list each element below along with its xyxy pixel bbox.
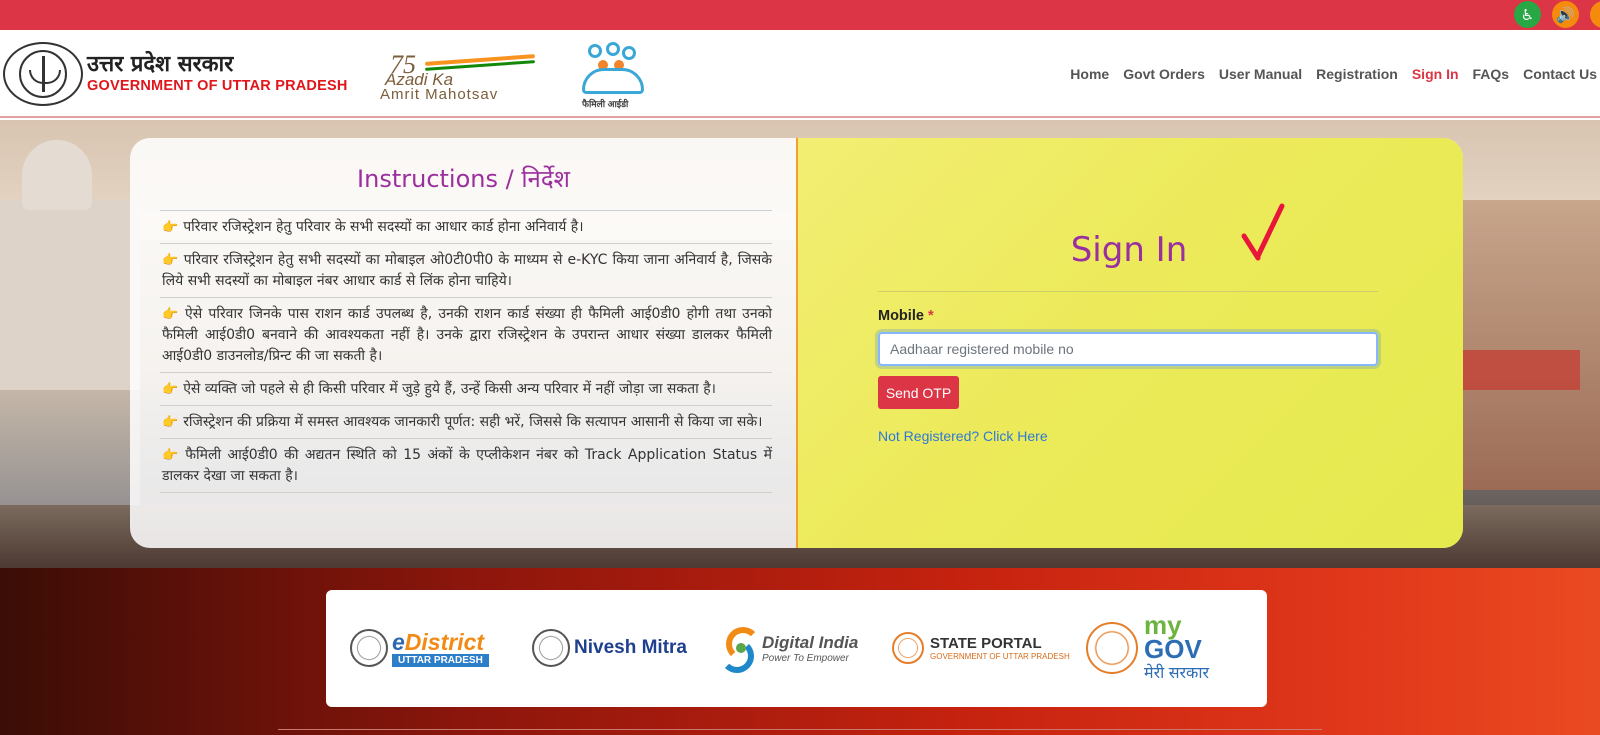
instruction-item: 👉 परिवार रजिस्ट्रेशन हेतु परिवार के सभी स… (160, 211, 772, 244)
nav-user-manual[interactable]: User Manual (1219, 66, 1302, 82)
main-panel: Instructions / निर्देश 👉 परिवार रजिस्ट्रे… (130, 138, 1463, 548)
up-seal-icon (532, 629, 570, 667)
send-otp-button[interactable]: Send OTP (878, 376, 959, 409)
instruction-text: ऐसे व्यक्ति जो पहले से ही किसी परिवार मे… (183, 381, 716, 397)
state-portal-logo[interactable]: STATE PORTAL GOVERNMENT OF UTTAR PRADESH (892, 620, 1070, 676)
azadi-ka-amrit-mahotsav-logo: 75 Azadi Ka Amrit Mahotsav (380, 50, 545, 103)
gov-title-english: GOVERNMENT OF UTTAR PRADESH (87, 78, 348, 94)
required-mark: * (927, 308, 934, 324)
nav-govt-orders[interactable]: Govt Orders (1123, 66, 1205, 82)
digital-india-mark-icon (718, 623, 762, 673)
instruction-item: 👉 परिवार रजिस्ट्रेशन हेतु सभी सदस्यों का … (160, 244, 772, 298)
header: उत्तर प्रदेश सरकार GOVERNMENT OF UTTAR P… (0, 30, 1600, 118)
partner-logos-box: eDistrict UTTAR PRADESH Nivesh Mitra Dig… (326, 590, 1267, 707)
signin-title: Sign In (1070, 230, 1188, 270)
state-portal-sub: GOVERNMENT OF UTTAR PRADESH (930, 652, 1070, 661)
instruction-text: फैमिली आई0डी0 की अद्यतन स्थिति को 15 अंक… (162, 447, 772, 484)
gov-title-hindi: उत्तर प्रदेश सरकार (87, 52, 234, 77)
digital-india-tagline: Power To Empower (762, 652, 849, 664)
instruction-item: 👉 ऐसे व्यक्ति जो पहले से ही किसी परिवार म… (160, 373, 772, 406)
family-id-logo: फैमिली आईडी (578, 42, 648, 112)
mobile-input[interactable] (875, 329, 1381, 369)
mobile-label: Mobile * (878, 308, 934, 324)
top-bar: ♿ 🔊 (0, 0, 1600, 30)
extra-accessibility-icon[interactable] (1590, 1, 1600, 28)
main-nav: Home Govt Orders User Manual Registratio… (1070, 66, 1597, 82)
family-id-caption: फैमिली आईडी (582, 99, 629, 109)
pointing-hand-icon: 👉 (162, 220, 179, 235)
nav-sign-in[interactable]: Sign In (1412, 66, 1459, 82)
up-seal-icon (1086, 622, 1138, 674)
pointing-hand-icon: 👉 (162, 415, 179, 430)
instruction-item: 👉 रजिस्ट्रेशन की प्रक्रिया में समस्त आवश्… (160, 406, 772, 439)
instruction-text: परिवार रजिस्ट्रेशन हेतु परिवार के सभी सद… (183, 219, 584, 235)
instruction-text: ऐसे परिवार जिनके पास राशन कार्ड उपलब्ध ह… (162, 306, 772, 364)
wheelchair-icon[interactable]: ♿ (1514, 1, 1541, 28)
nav-home[interactable]: Home (1070, 66, 1109, 82)
instruction-text: परिवार रजिस्ट्रेशन हेतु सभी सदस्यों का म… (162, 252, 772, 289)
instructions-list: 👉 परिवार रजिस्ट्रेशन हेतु परिवार के सभी स… (160, 210, 772, 493)
footer-divider (278, 729, 1322, 730)
divider (878, 291, 1378, 292)
nav-faqs[interactable]: FAQs (1473, 66, 1510, 82)
instruction-item: 👉 ऐसे परिवार जिनके पास राशन कार्ड उपलब्ध … (160, 298, 772, 373)
mygov-name: my GOV (1144, 610, 1202, 664)
not-registered-link[interactable]: Not Registered? Click Here (878, 428, 1048, 444)
state-portal-name: STATE PORTAL (930, 635, 1042, 652)
edistrict-sub: UTTAR PRADESH (392, 653, 489, 667)
instructions-title: Instructions / निर्देश (357, 165, 570, 193)
nav-contact-us[interactable]: Contact Us (1523, 66, 1597, 82)
speaker-icon[interactable]: 🔊 (1552, 1, 1579, 28)
signin-section: Sign In Mobile * Send OTP Not Registered… (796, 138, 1463, 548)
azadi-line2: Amrit Mahotsav (380, 86, 499, 103)
edistrict-name: eDistrict (392, 628, 485, 655)
mygov-sub: मेरी सरकार (1144, 665, 1210, 682)
instructions-section: Instructions / निर्देश 👉 परिवार रजिस्ट्रे… (130, 138, 797, 548)
pointing-hand-icon: 👉 (162, 448, 181, 463)
nivesh-mitra-name: Nivesh Mitra (574, 637, 687, 658)
pointing-hand-icon: 👉 (162, 307, 180, 322)
instruction-item: 👉 फैमिली आई0डी0 की अद्यतन स्थिति को 15 अं… (160, 439, 772, 493)
digital-india-logo[interactable]: Digital India Power To Empower (718, 620, 858, 676)
nivesh-mitra-logo[interactable]: Nivesh Mitra (532, 620, 687, 676)
up-emblem-logo[interactable] (3, 42, 83, 106)
nav-registration[interactable]: Registration (1316, 66, 1398, 82)
pointing-hand-icon: 👉 (162, 382, 179, 397)
instruction-text: रजिस्ट्रेशन की प्रक्रिया में समस्त आवश्य… (183, 414, 763, 430)
footer: eDistrict UTTAR PRADESH Nivesh Mitra Dig… (0, 568, 1600, 735)
up-seal-icon (892, 632, 924, 664)
mobile-label-text: Mobile (878, 308, 924, 324)
digital-india-name: Digital India (762, 632, 859, 652)
up-seal-icon (350, 629, 388, 667)
mygov-logo[interactable]: my GOV मेरी सरकार (1086, 612, 1209, 682)
edistrict-logo[interactable]: eDistrict UTTAR PRADESH (350, 620, 489, 676)
pointing-hand-icon: 👉 (162, 253, 179, 268)
